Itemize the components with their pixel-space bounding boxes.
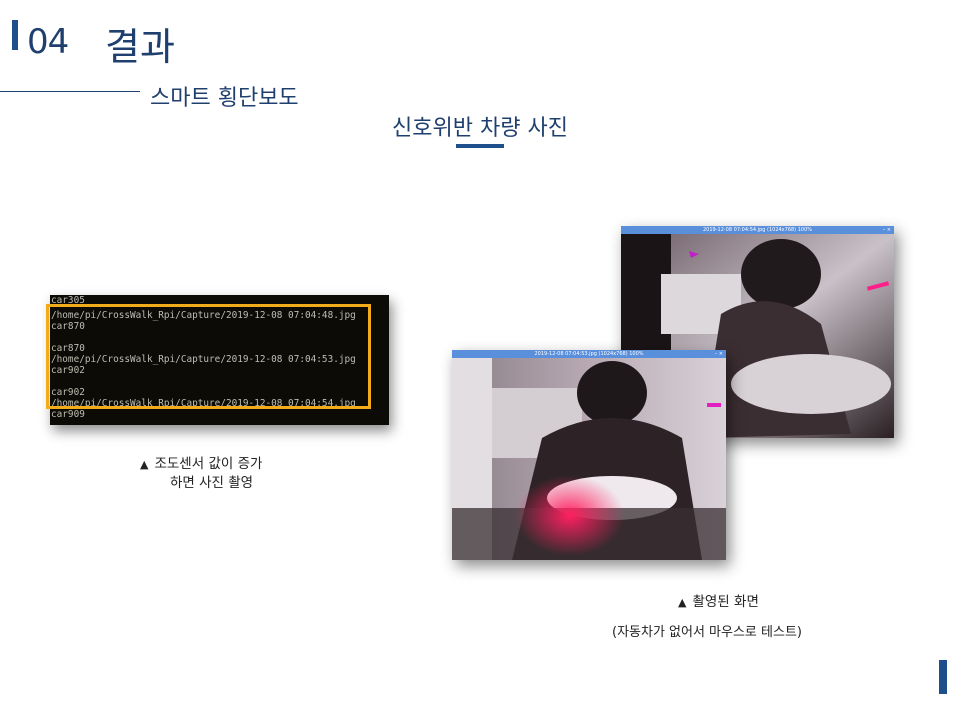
- captured-photo-window-front: 2019-12-08 07:04:53.jpg (1024x768) 100% …: [452, 350, 726, 560]
- camera-photo: [452, 358, 726, 560]
- caption-right-line1: ▲ 촬영된 화면: [678, 590, 759, 610]
- window-titlebar: 2019-12-08 07:04:54.jpg (1024x768) 100%: [621, 226, 894, 234]
- terminal-highlight-box: [46, 304, 371, 409]
- terminal-line: car909: [51, 409, 85, 420]
- caption-left: ▲ 조도센서 값이 증가 하면 사진 촬영: [140, 455, 310, 492]
- section-number: 04: [27, 22, 69, 62]
- caption-right-text: 촬영된 화면: [692, 594, 759, 610]
- caption-left-line2: 하면 사진 촬영: [170, 475, 254, 491]
- triangle-up-icon: ▲: [140, 458, 149, 471]
- caption-right-line2: (자동차가 없어서 마우스로 테스트): [612, 625, 802, 640]
- window-controls-icon[interactable]: – ×: [715, 350, 723, 358]
- title-accent-bar: [12, 20, 18, 50]
- corner-accent-bar: [939, 660, 947, 694]
- subtitle: 스마트 횡단보도: [150, 86, 299, 111]
- subtitle-rule: [0, 91, 140, 92]
- window-controls-icon[interactable]: – ×: [883, 226, 891, 234]
- caption-left-line1: 조도센서 값이 증가: [154, 456, 263, 472]
- page-heading: 신호위반 차량 사진: [392, 116, 568, 141]
- section-title: 결과: [105, 25, 175, 69]
- triangle-up-icon: ▲: [678, 596, 687, 609]
- heading-underline: [456, 144, 504, 148]
- window-titlebar: 2019-12-08 07:04:53.jpg (1024x768) 100%: [452, 350, 726, 358]
